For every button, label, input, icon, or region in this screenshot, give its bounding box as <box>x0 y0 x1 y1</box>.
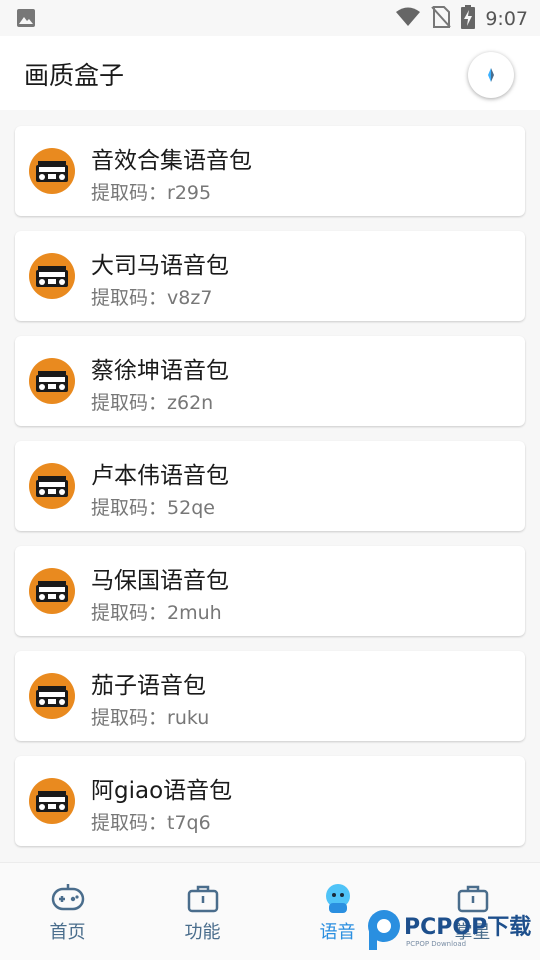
compass-button[interactable] <box>468 52 514 98</box>
extract-code: 提取码：ruku <box>91 707 210 729</box>
voice-pack-title: 卢本伟语音包 <box>91 463 229 489</box>
gamepad-icon <box>51 884 84 911</box>
extract-code: 提取码：t7q6 <box>91 812 211 834</box>
wifi-icon <box>395 7 421 31</box>
list-item[interactable]: 音效合集语音包 提取码：r295 <box>15 126 525 216</box>
list-item[interactable]: 茄子语音包 提取码：ruku <box>15 651 525 741</box>
voice-pack-title: 马保国语音包 <box>91 568 229 594</box>
nav-item-home[interactable]: 首页 <box>0 863 135 960</box>
radio-icon <box>29 358 75 404</box>
radio-icon <box>29 778 75 824</box>
radio-icon <box>29 253 75 299</box>
toolbox-icon <box>187 885 218 913</box>
voice-pack-list: 音效合集语音包 提取码：r295 大司马语音包 提取码：v8z7 蔡徐坤语音包 … <box>15 126 525 861</box>
status-bar: 9:07 <box>0 0 540 36</box>
no-sim-icon <box>431 5 452 33</box>
battery-charging-icon <box>461 5 476 33</box>
svg-text:PCPOP Download: PCPOP Download <box>406 940 466 948</box>
extract-code: 提取码：z62n <box>91 392 214 414</box>
voice-pack-title: 音效合集语音包 <box>91 148 252 174</box>
radio-icon <box>29 148 75 194</box>
voice-pack-title: 茄子语音包 <box>91 673 206 699</box>
page-title: 画质盒子 <box>24 61 125 90</box>
list-item[interactable]: 蔡徐坤语音包 提取码：z62n <box>15 336 525 426</box>
voice-pack-title: 蔡徐坤语音包 <box>91 358 229 384</box>
list-item[interactable]: 马保国语音包 提取码：2muh <box>15 546 525 636</box>
nav-label: 首页 <box>49 922 86 943</box>
app-bar: 画质盒子 <box>0 36 540 110</box>
voice-pack-title: 大司马语音包 <box>91 253 229 279</box>
extract-code: 提取码：52qe <box>91 497 215 519</box>
robot-icon <box>325 884 350 913</box>
radio-icon <box>29 463 75 509</box>
svg-text:PCPOP下载: PCPOP下载 <box>404 914 531 940</box>
compass-icon <box>488 68 494 82</box>
extract-code: 提取码：r295 <box>91 182 212 204</box>
extract-code: 提取码：2muh <box>91 602 222 624</box>
watermark-logo: PCPOP下载 PCPOP Download <box>366 904 536 954</box>
voice-pack-title: 阿giao语音包 <box>91 778 233 804</box>
status-time: 9:07 <box>485 8 528 30</box>
list-item[interactable]: 卢本伟语音包 提取码：52qe <box>15 441 525 531</box>
list-item[interactable]: 大司马语音包 提取码：v8z7 <box>15 231 525 321</box>
extract-code: 提取码：v8z7 <box>91 287 213 309</box>
image-icon <box>16 8 36 32</box>
radio-icon <box>29 568 75 614</box>
list-item[interactable]: 阿giao语音包 提取码：t7q6 <box>15 756 525 846</box>
radio-icon <box>29 673 75 719</box>
nav-label: 功能 <box>184 922 221 943</box>
nav-item-functions[interactable]: 功能 <box>135 863 270 960</box>
